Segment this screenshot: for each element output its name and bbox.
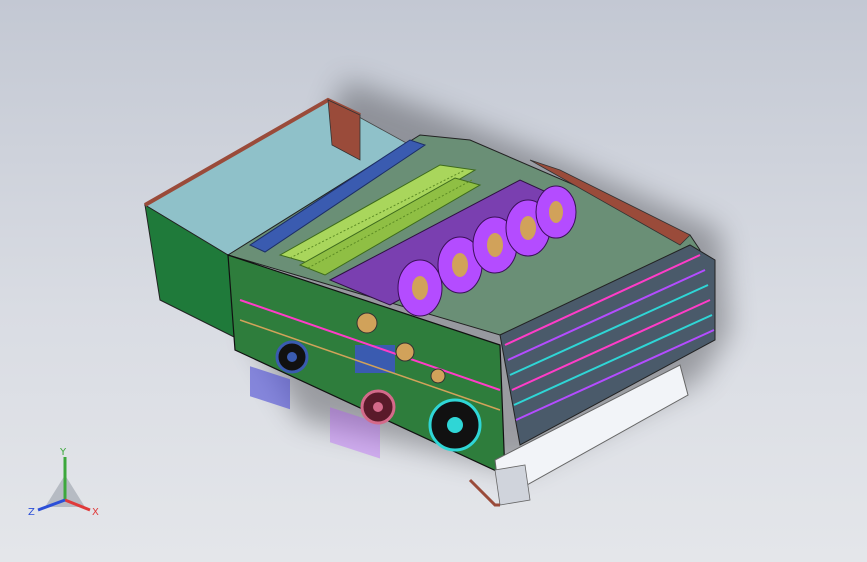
- cad-viewport[interactable]: Y X Z: [0, 0, 867, 562]
- output-tray-front: [494, 464, 531, 506]
- triad-y-label: Y: [59, 447, 67, 458]
- base-edge: [468, 478, 500, 507]
- orientation-triad: Y X Z: [28, 447, 99, 518]
- machine-model[interactable]: [0, 0, 867, 562]
- triad-z-label: Z: [28, 507, 35, 518]
- triad-x-label: X: [92, 507, 99, 518]
